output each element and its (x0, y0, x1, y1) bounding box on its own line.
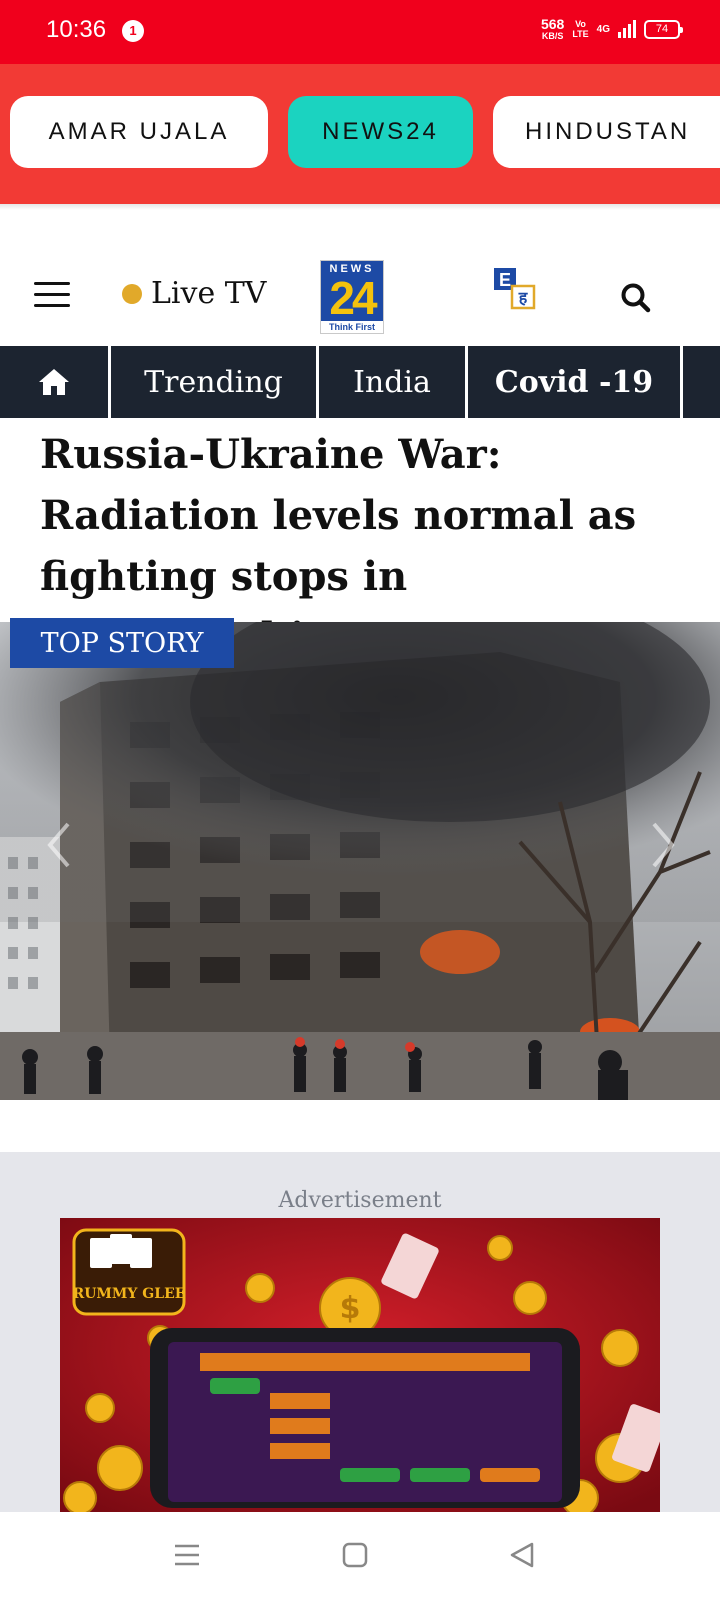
ad-label: Advertisement (278, 1188, 442, 1213)
svg-text:$: $ (340, 1291, 361, 1326)
hamburger-menu-icon[interactable] (34, 282, 70, 308)
battery-level: 74 (655, 22, 669, 35)
status-time: 10:36 (46, 16, 107, 43)
notification-badge: 1 (122, 20, 144, 42)
ad-brand: RUMMY GLEE (73, 1286, 186, 1302)
carousel-prev-icon[interactable] (44, 820, 74, 870)
ad-container: Advertisement $ RUMMY GLEE (0, 1152, 720, 1512)
volte-bottom: LTE (572, 29, 589, 39)
site-header: Live TV NEWS 24 Think First E ह (0, 210, 720, 346)
ad-artwork: $ RUMMY GLEE (60, 1218, 660, 1512)
source-chip-news24[interactable]: NEWS24 (288, 96, 473, 168)
language-switch-icon[interactable]: E ह (492, 266, 540, 314)
live-dot-icon (122, 283, 142, 304)
nav-label: India (353, 364, 431, 400)
home-icon (39, 369, 69, 395)
category-nav: Trending India Covid -19 (0, 346, 720, 418)
lang-hi-glyph: ह (518, 288, 529, 307)
live-tv-label: Live TV (151, 276, 267, 311)
lang-en-glyph: E (499, 270, 511, 290)
nav-item-covid[interactable]: Covid -19 (468, 346, 683, 418)
source-chip-hindustan[interactable]: HINDUSTAN (493, 96, 720, 168)
news24-logo[interactable]: NEWS 24 Think First (320, 260, 384, 334)
net-speed-value: 568 (540, 16, 565, 32)
system-nav-bar (0, 1512, 720, 1600)
source-chip-amar-ujala[interactable]: AMAR UJALA (10, 96, 268, 168)
carousel-next-icon[interactable] (648, 820, 678, 870)
volte-top: Vo (575, 19, 586, 29)
source-chip-label: HINDUSTAN (525, 118, 691, 145)
home-square-icon[interactable] (340, 1540, 370, 1570)
top-story-badge: TOP STORY (10, 618, 234, 668)
status-bar: 10:36 1 568 KB/S Vo LTE 4G 74 (0, 0, 720, 64)
logo-number: 24 (329, 272, 377, 324)
hero-photo (0, 622, 720, 1100)
nav-home[interactable] (0, 346, 111, 418)
source-chip-label: NEWS24 (322, 118, 439, 145)
search-icon[interactable] (620, 282, 652, 314)
nav-item-trending[interactable]: Trending (111, 346, 319, 418)
source-chip-bar: AMAR UJALA NEWS24 HINDUSTAN (0, 64, 720, 204)
article-hero-image[interactable] (0, 622, 720, 1100)
logo-tagline: Think First (321, 321, 383, 333)
net-speed: 568 KB/S (541, 17, 564, 41)
ad-banner[interactable]: $ RUMMY GLEE (60, 1218, 660, 1512)
nav-label: Covid -19 (494, 364, 654, 400)
source-chip-label: AMAR UJALA (48, 118, 230, 145)
nav-item-india[interactable]: India (319, 346, 468, 418)
net-speed-unit: KB/S (541, 31, 564, 41)
volte-icon: Vo LTE (572, 19, 588, 39)
live-tv-link[interactable]: Live TV (122, 276, 266, 311)
battery-icon: 74 (644, 19, 683, 39)
status-icons: 568 KB/S Vo LTE 4G 74 (541, 17, 683, 41)
nav-label: Trending (144, 364, 283, 400)
network-type: 4G (596, 23, 610, 35)
signal-icon (618, 20, 636, 38)
recents-menu-icon[interactable] (172, 1540, 202, 1570)
back-triangle-icon[interactable] (508, 1540, 538, 1570)
